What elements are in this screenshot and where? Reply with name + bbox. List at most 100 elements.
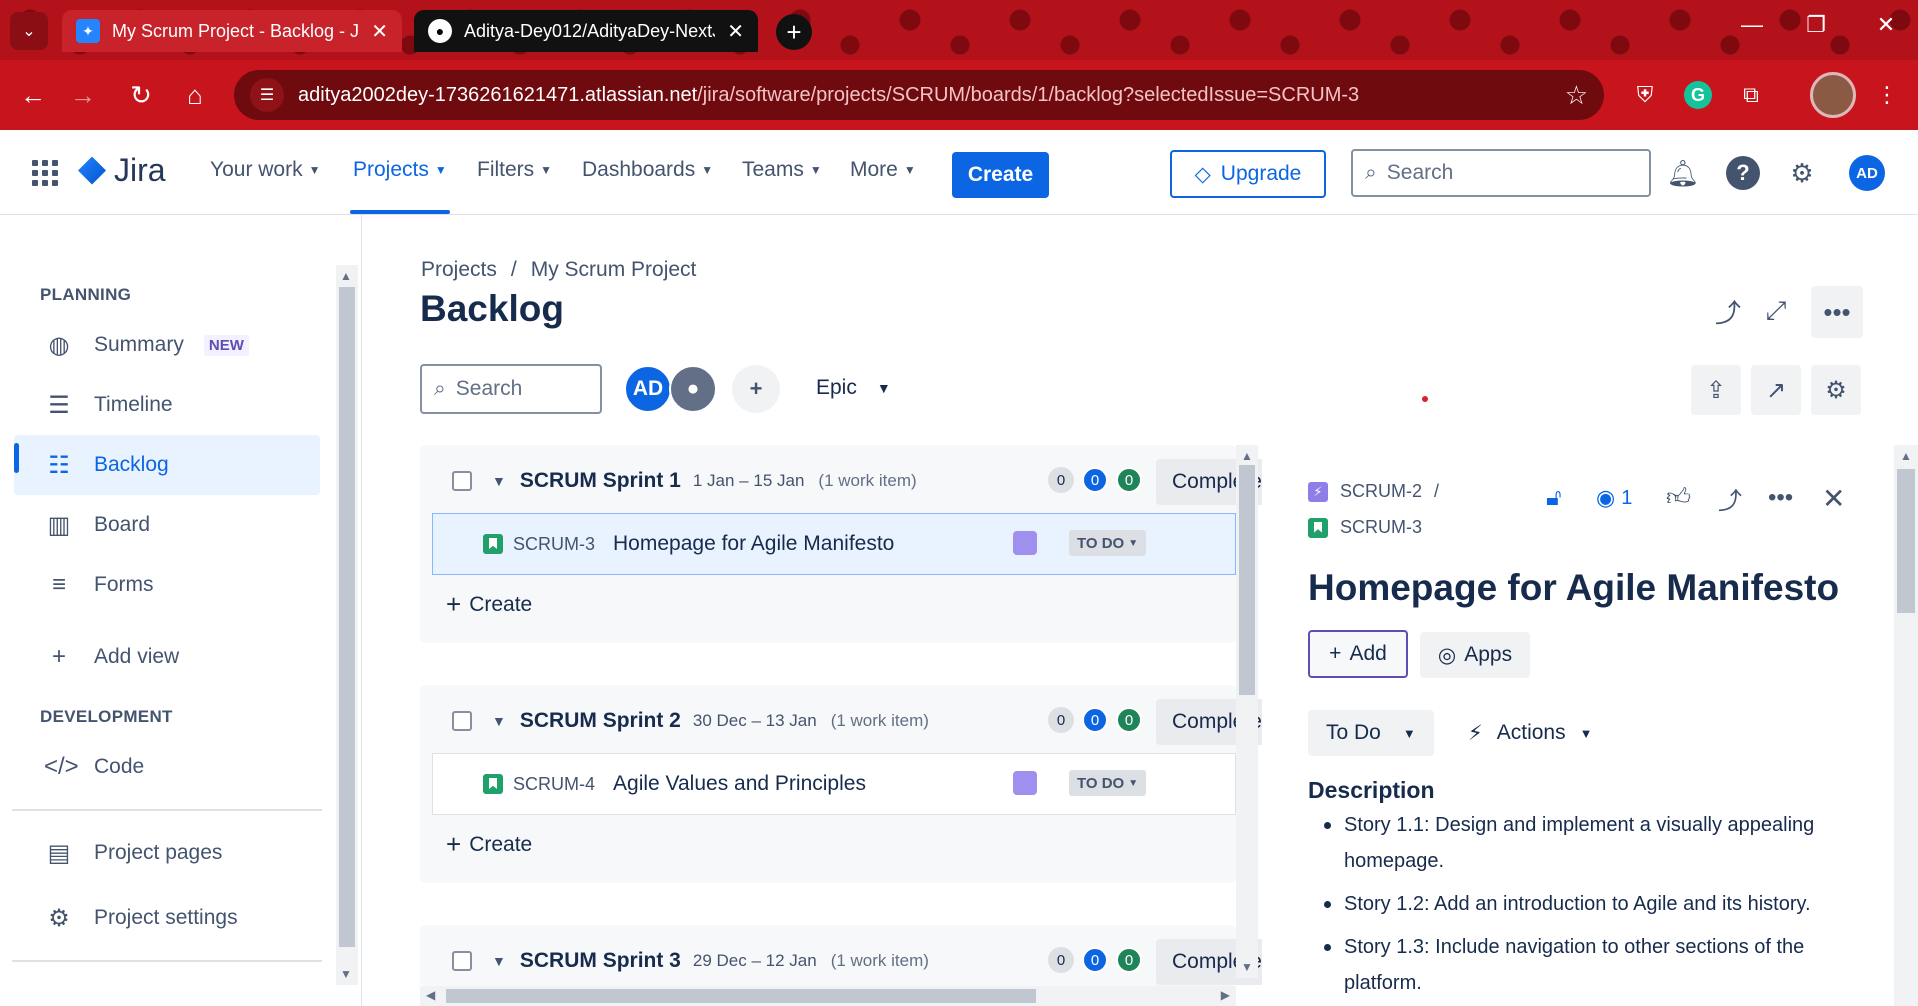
sidebar-item-project-settings[interactable]: ⚙ Project settings	[14, 888, 320, 948]
sidebar-scrollbar[interactable]: ▲ ▼	[336, 265, 358, 985]
import-upload-button[interactable]: ⇪	[1691, 365, 1741, 415]
share-icon[interactable]: ⤴	[1707, 290, 1749, 332]
create-issue-button[interactable]: + Create	[446, 589, 532, 620]
restore-icon[interactable]: ❐	[1796, 12, 1836, 38]
settings-gear-icon[interactable]: ⚙	[1785, 156, 1819, 190]
backlog-search-input[interactable]: ⌕ Search	[420, 364, 602, 414]
scroll-up-icon[interactable]: ▲	[1241, 449, 1253, 463]
scroll-thumb[interactable]	[1897, 469, 1915, 613]
scroll-up-icon[interactable]: ▲	[340, 269, 352, 283]
detail-scrollbar[interactable]: ▲	[1894, 445, 1918, 1006]
nav-projects[interactable]: Projects ▼	[353, 158, 447, 182]
scroll-thumb[interactable]	[1239, 465, 1255, 695]
browser-menu-icon[interactable]: ⋮	[1870, 78, 1904, 112]
site-info-icon[interactable]: ☰	[250, 78, 284, 112]
home-icon[interactable]: ⌂	[176, 76, 214, 114]
sidebar-item-backlog[interactable]: ☷ Backlog	[14, 435, 320, 495]
scroll-down-icon[interactable]: ▼	[1241, 960, 1253, 974]
scroll-thumb[interactable]	[446, 989, 1036, 1003]
create-issue-button[interactable]: + Create	[446, 829, 532, 860]
more-actions-button[interactable]: •••	[1811, 286, 1863, 338]
scroll-down-icon[interactable]: ▼	[340, 967, 352, 981]
minimize-icon[interactable]: —	[1732, 12, 1772, 38]
status-dropdown[interactable]: To Do ▼	[1308, 710, 1434, 756]
assignee-filter-avatar[interactable]: AD	[624, 365, 672, 413]
sprint-name[interactable]: SCRUM Sprint 2	[520, 709, 681, 733]
nav-dashboards[interactable]: Dashboards ▼	[582, 158, 713, 182]
share-icon[interactable]: ⤴	[1718, 481, 1742, 515]
sidebar-item-forms[interactable]: ≡ Forms	[14, 555, 320, 615]
view-settings-button[interactable]: ⚙	[1811, 365, 1861, 415]
scroll-thumb[interactable]	[339, 287, 355, 947]
browser-tab-github[interactable]: ● Aditya-Dey012/AdityaDey-NextJS ✕	[414, 10, 758, 52]
actions-dropdown[interactable]: ⚡ Actions ▼	[1454, 710, 1593, 756]
add-button[interactable]: + Add	[1308, 630, 1408, 678]
grammarly-extension-icon[interactable]: G	[1684, 81, 1712, 109]
issue-key-link[interactable]: SCRUM-3	[1308, 517, 1422, 538]
shield-extension-icon[interactable]: ⛨	[1628, 78, 1662, 112]
chevron-down-icon[interactable]: ▼	[492, 473, 506, 489]
user-avatar[interactable]: AD	[1849, 155, 1885, 191]
nav-filters[interactable]: Filters ▼	[477, 158, 552, 182]
backlog-vertical-scrollbar[interactable]: ▲ ▼	[1236, 445, 1258, 978]
browser-profile-avatar[interactable]	[1810, 72, 1856, 118]
chevron-down-icon[interactable]: ▼	[492, 713, 506, 729]
sprint-checkbox[interactable]	[452, 951, 472, 971]
nav-more[interactable]: More ▼	[850, 158, 916, 182]
create-button[interactable]: Create	[952, 152, 1049, 198]
close-icon[interactable]: ✕	[371, 19, 388, 44]
epic-filter-dropdown[interactable]: Epic ▼	[816, 376, 891, 400]
more-icon[interactable]: •••	[1768, 481, 1793, 515]
breadcrumb-projects[interactable]: Projects	[421, 258, 497, 282]
thumbs-up-icon[interactable]: 👍︎	[1666, 481, 1691, 515]
nav-your-work[interactable]: Your work ▼	[210, 158, 321, 182]
fullscreen-icon[interactable]: ⤢	[1755, 290, 1797, 332]
parent-issue-link[interactable]: ⚡ SCRUM-2 /	[1308, 481, 1439, 502]
breadcrumb-project[interactable]: My Scrum Project	[531, 258, 697, 282]
window-close-icon[interactable]: ✕	[1866, 12, 1906, 38]
extensions-puzzle-icon[interactable]: ⧉	[1734, 78, 1768, 112]
global-search-input[interactable]: ⌕ Search	[1351, 149, 1651, 197]
sidebar-item-board[interactable]: ▥ Board	[14, 495, 320, 555]
watch-button[interactable]: ◉ 1	[1596, 481, 1632, 515]
sprint-name[interactable]: SCRUM Sprint 1	[520, 469, 681, 493]
forward-arrow-icon[interactable]: →	[64, 76, 102, 114]
issue-row[interactable]: SCRUM-3 Homepage for Agile Manifesto TO …	[432, 513, 1236, 575]
reload-icon[interactable]: ↻	[122, 76, 160, 114]
issue-title[interactable]: Homepage for Agile Manifesto	[1308, 567, 1839, 609]
sprint-checkbox[interactable]	[452, 711, 472, 731]
add-people-button[interactable]: +	[732, 365, 780, 413]
bookmark-star-icon[interactable]: ☆	[1565, 80, 1588, 111]
browser-tab-jira[interactable]: ✦ My Scrum Project - Backlog - Jira ✕	[62, 10, 402, 52]
chevron-down-icon[interactable]: ▼	[492, 953, 506, 969]
status-dropdown[interactable]: TO DO ▼	[1069, 530, 1147, 556]
nav-teams[interactable]: Teams ▼	[742, 158, 822, 182]
sidebar-item-code[interactable]: </> Code	[14, 737, 320, 797]
sprint-name[interactable]: SCRUM Sprint 3	[520, 949, 681, 973]
sidebar-item-add-view[interactable]: + Add view	[14, 627, 320, 687]
scroll-right-icon[interactable]: ▶	[1221, 988, 1230, 1002]
apps-button[interactable]: ◎ Apps	[1420, 632, 1530, 678]
url-field[interactable]: ☰ aditya2002dey-1736261621471.atlassian.…	[234, 70, 1604, 120]
sidebar-item-summary[interactable]: ◍ Summary NEW	[14, 315, 320, 375]
close-icon[interactable]: ✕	[727, 19, 744, 44]
scroll-left-icon[interactable]: ◀	[426, 988, 435, 1002]
help-icon[interactable]: ?	[1726, 156, 1760, 190]
insights-chart-button[interactable]: ↗	[1751, 365, 1801, 415]
issue-row[interactable]: SCRUM-4 Agile Values and Principles TO D…	[432, 753, 1236, 815]
back-arrow-icon[interactable]: ←	[14, 76, 52, 114]
lock-icon[interactable]: 🔓︎	[1546, 481, 1562, 515]
new-tab-button[interactable]: +	[776, 14, 812, 50]
close-icon[interactable]: ✕	[1822, 481, 1845, 515]
app-switcher-icon[interactable]	[32, 160, 58, 186]
sidebar-item-timeline[interactable]: ☰ Timeline	[14, 375, 320, 435]
notifications-bell-icon[interactable]: 🔔︎	[1666, 156, 1700, 190]
sidebar-item-project-pages[interactable]: ▤ Project pages	[14, 823, 320, 883]
unassigned-filter-avatar[interactable]: ●	[669, 365, 717, 413]
description-list[interactable]: Story 1.1: Design and implement a visual…	[1322, 807, 1832, 1006]
status-dropdown[interactable]: TO DO ▼	[1069, 770, 1147, 796]
scroll-up-icon[interactable]: ▲	[1900, 449, 1912, 463]
jira-logo[interactable]: Jira	[78, 152, 166, 189]
upgrade-button[interactable]: ◇ Upgrade	[1170, 150, 1326, 198]
sprint-checkbox[interactable]	[452, 471, 472, 491]
